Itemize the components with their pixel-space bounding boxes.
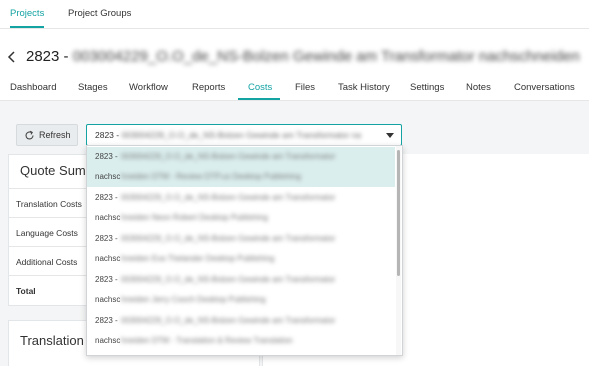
list-item-text: 003004229_O.O_de_NS-Bolzen Gewinde am Tr… <box>121 152 336 161</box>
list-item-prefix: nachsc <box>95 336 121 345</box>
tab-reports[interactable]: Reports <box>192 82 225 93</box>
project-tabs: Dashboard Stages Workflow Reports Costs … <box>0 78 589 101</box>
tab-files[interactable]: Files <box>295 82 315 93</box>
tab-settings[interactable]: Settings <box>410 82 444 93</box>
list-item-text: 003004229_O.O_de_NS-Bolzen Gewinde am Tr… <box>121 275 336 284</box>
list-item-prefix: nachsc <box>95 254 121 263</box>
project-id: 2823 - <box>26 48 69 65</box>
list-item[interactable]: 2823 - 003004229_O.O_de_NS-Bolzen Gewind… <box>87 188 395 208</box>
project-name-blurred: 003004229_O.O_de_NS-Bolzen Gewinde am Tr… <box>72 48 580 65</box>
list-item-prefix: 2823 - <box>95 234 118 243</box>
tab-stages[interactable]: Stages <box>78 82 108 93</box>
list-item[interactable]: nachsc hneiden Eva Thelander Desktop Pub… <box>87 249 395 269</box>
list-item-prefix: nachsc <box>95 172 121 181</box>
list-item[interactable]: 2823 - 003004229_O.O_de_NS-Bolzen Gewind… <box>87 147 395 167</box>
list-item-prefix: nachsc <box>95 213 121 222</box>
row-translation-costs: Translation Costs <box>16 199 82 209</box>
project-select-value: 2823 - 003004229_O.O_de_NS-Bolzen Gewind… <box>95 125 385 145</box>
list-item-text: hneiden DTM - Review DTP.us Desktop Publ… <box>121 172 301 181</box>
list-item[interactable]: 2823 - 003004229_O.O_de_NS-Bolzen Gewind… <box>87 229 395 249</box>
chevron-down-icon[interactable] <box>386 133 394 138</box>
refresh-icon <box>25 130 34 140</box>
tab-costs[interactable]: Costs <box>248 82 272 93</box>
select-blurred-text: 003004229_O.O_de_NS-Bolzen Gewinde am Tr… <box>121 130 362 140</box>
tab-notes[interactable]: Notes <box>466 82 491 93</box>
tab-conversations[interactable]: Conversations <box>514 82 575 93</box>
tab-task-history[interactable]: Task History <box>338 82 390 93</box>
list-item-prefix: 2823 - <box>95 193 118 202</box>
list-item-text: 003004229_O.O_de_NS-Bolzen Gewinde am Tr… <box>121 234 336 243</box>
list-item-text: hneiden DTM - Translation & Review Trans… <box>121 336 293 345</box>
scrollbar-thumb[interactable] <box>397 150 400 276</box>
project-dropdown-list[interactable]: 2823 - 003004229_O.O_de_NS-Bolzen Gewind… <box>86 145 403 356</box>
select-prefix: 2823 - <box>95 130 120 140</box>
list-item[interactable]: nachsc hneiden Neon Robert Desktop Publi… <box>87 208 395 228</box>
tab-dashboard[interactable]: Dashboard <box>10 82 56 93</box>
list-item[interactable]: nachsc hneiden Jerry Cooch Desktop Publi… <box>87 290 395 310</box>
project-select[interactable]: 2823 - 003004229_O.O_de_NS-Bolzen Gewind… <box>86 124 402 146</box>
list-item[interactable]: nachsc hneiden DTM - Translation & Revie… <box>87 331 395 351</box>
list-item-text: 003004229_O.O_de_NS-Bolzen Gewinde am Tr… <box>121 193 336 202</box>
list-item-prefix: 2823 - <box>95 152 118 161</box>
list-item-text: hneiden Neon Robert Desktop Publishing <box>121 213 268 222</box>
translation-card-title: Translation <box>20 333 84 348</box>
page-title: 2823 - 003004229_O.O_de_NS-Bolzen Gewind… <box>26 48 580 65</box>
project-header: 2823 - 003004229_O.O_de_NS-Bolzen Gewind… <box>0 44 589 74</box>
list-item[interactable]: 2823 - 003004229_O.O_de_NS-Bolzen Gewind… <box>87 311 395 331</box>
tab-project-groups[interactable]: Project Groups <box>68 0 131 28</box>
tab-workflow[interactable]: Workflow <box>129 82 168 93</box>
list-item-text: hneiden Eva Thelander Desktop Publishing <box>121 254 275 263</box>
list-item[interactable]: nachsc hneiden DTM - Review DTP.us Deskt… <box>87 167 395 187</box>
list-item-prefix: nachsc <box>95 295 121 304</box>
row-additional-costs: Additional Costs <box>16 257 78 267</box>
refresh-button[interactable]: Refresh <box>16 124 78 146</box>
active-tab-indicator <box>238 98 280 100</box>
refresh-label: Refresh <box>39 130 71 140</box>
top-nav: Projects Project Groups <box>0 0 589 29</box>
row-total: Total <box>16 286 36 296</box>
row-language-costs: Language Costs <box>16 228 78 238</box>
list-item[interactable]: 2823 - 003004229_O.O_de_NS-Bolzen Gewind… <box>87 270 395 290</box>
list-item-prefix: 2823 - <box>95 275 118 284</box>
chevron-left-icon[interactable] <box>6 50 18 64</box>
list-item-prefix: 2823 - <box>95 316 118 325</box>
page: Projects Project Groups 2823 - 003004229… <box>0 0 589 366</box>
list-item-text: 003004229_O.O_de_NS-Bolzen Gewinde am Tr… <box>121 316 336 325</box>
list-item-text: hneiden Jerry Cooch Desktop Publishing <box>121 295 266 304</box>
quote-summary-title: Quote Sum <box>20 163 86 178</box>
tab-projects[interactable]: Projects <box>10 0 45 28</box>
